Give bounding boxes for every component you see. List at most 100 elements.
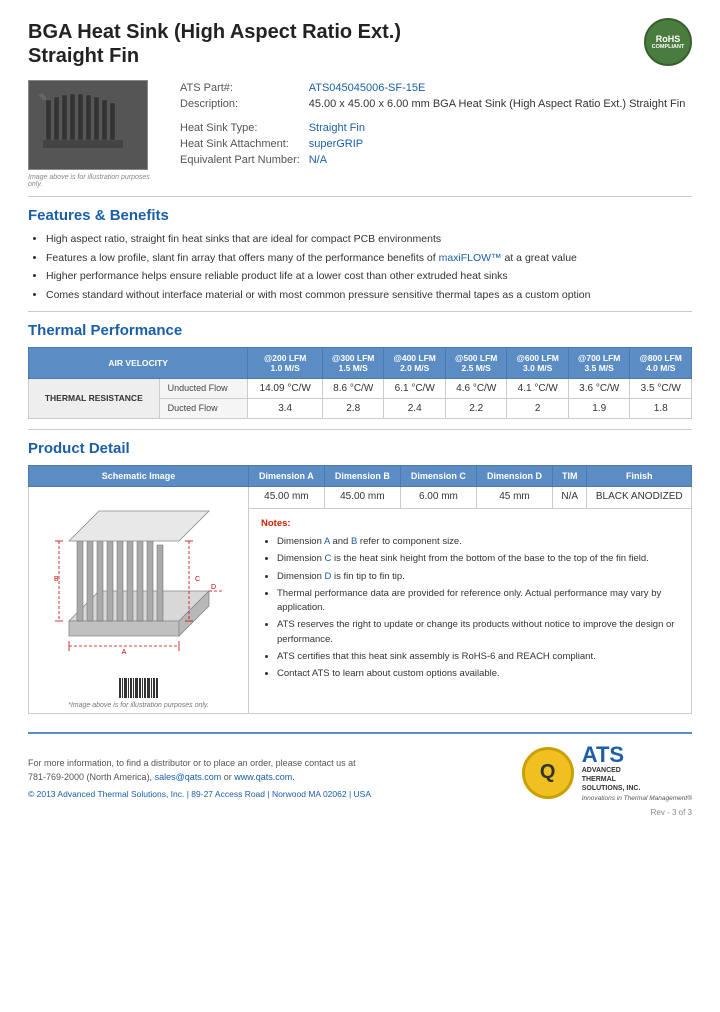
- feature-1: High aspect ratio, straight fin heat sin…: [46, 232, 692, 247]
- ducted-300: 2.8: [322, 398, 384, 418]
- ats-sub1: ADVANCED: [582, 766, 692, 775]
- note-1: Dimension A and B refer to component siz…: [277, 535, 679, 549]
- description-value: 45.00 x 45.00 x 6.00 mm BGA Heat Sink (H…: [305, 96, 692, 112]
- ats-sub3: SOLUTIONS, INC.: [582, 784, 692, 793]
- col-finish: Finish: [587, 465, 692, 486]
- rohs-text: RoHS: [656, 34, 681, 44]
- finish-value: BLACK ANODIZED: [587, 486, 692, 508]
- unducted-200: 14.09 °C/W: [248, 378, 323, 398]
- footer-contact: For more information, to find a distribu…: [28, 756, 371, 785]
- ats-logo: Q ATS ADVANCED THERMAL SOLUTIONS, INC. I…: [522, 744, 692, 802]
- product-detail-table: Schematic Image Dimension A Dimension B …: [28, 465, 692, 714]
- footer-email[interactable]: sales@qats.com: [155, 772, 222, 782]
- note-6: ATS certifies that this heat sink assemb…: [277, 650, 679, 664]
- maxiflow-link: maxiFLOW™: [439, 252, 502, 264]
- unducted-600: 4.1 °C/W: [507, 378, 569, 398]
- attachment-label: Heat Sink Attachment:: [176, 136, 305, 152]
- detail-row: A B C D: [29, 486, 692, 508]
- product-image-wrap: Image above is for illustration purposes…: [28, 80, 158, 188]
- part-label: ATS Part#:: [176, 80, 305, 96]
- note-3: Dimension D is fin tip to fin tip.: [277, 570, 679, 584]
- thermal-title: Thermal Performance: [28, 322, 692, 339]
- air-velocity-header: AIR VELOCITY: [29, 347, 248, 378]
- features-title: Features & Benefits: [28, 207, 692, 224]
- note-7: Contact ATS to learn about custom option…: [277, 667, 679, 681]
- svg-text:A: A: [121, 649, 126, 656]
- ats-text-block: ATS ADVANCED THERMAL SOLUTIONS, INC. Inn…: [582, 744, 692, 802]
- ducted-600: 2: [507, 398, 569, 418]
- schematic-cell: A B C D: [29, 486, 249, 713]
- top-section: Image above is for illustration purposes…: [28, 80, 692, 188]
- ducted-500: 2.2: [445, 398, 507, 418]
- ducted-400: 2.4: [384, 398, 446, 418]
- type-value: Straight Fin: [305, 120, 692, 136]
- ducted-label: Ducted Flow: [159, 398, 248, 418]
- note-5: ATS reserves the right to update or chan…: [277, 618, 679, 647]
- features-list: High aspect ratio, straight fin heat sin…: [46, 232, 692, 303]
- page-title: BGA Heat Sink (High Aspect Ratio Ext.) S…: [28, 20, 692, 68]
- title-line2: Straight Fin: [28, 45, 139, 67]
- schematic-note: *Image above is for illustration purpose…: [35, 702, 242, 709]
- divider-3: [28, 429, 692, 430]
- unducted-300: 8.6 °C/W: [322, 378, 384, 398]
- col-dimb: Dimension B: [324, 465, 400, 486]
- footer-phone: 781-769-2000 (North America),: [28, 772, 152, 782]
- heatsink-illustration: [33, 85, 143, 165]
- ats-brand: ATS: [582, 744, 692, 766]
- unducted-700: 3.6 °C/W: [568, 378, 630, 398]
- rohs-badge: RoHS COMPLIANT: [644, 18, 692, 66]
- part-number: ATS045045006-SF-15E: [305, 80, 692, 96]
- footer: For more information, to find a distribu…: [28, 732, 692, 802]
- col-300lfm: @300 LFM 1.5 M/S: [322, 347, 384, 378]
- ats-sub2: THERMAL: [582, 775, 692, 784]
- footer-website[interactable]: www.qats.com.: [234, 772, 295, 782]
- unducted-400: 6.1 °C/W: [384, 378, 446, 398]
- ats-logo-circle: Q: [522, 747, 574, 799]
- ats-tagline: Innovations in Thermal Management®: [582, 795, 692, 802]
- dim-c-value: 6.00 mm: [400, 486, 476, 508]
- col-tim: TIM: [553, 465, 587, 486]
- svg-text:B: B: [54, 576, 59, 583]
- notes-list: Dimension A and B refer to component siz…: [277, 535, 679, 681]
- col-700lfm: @700 LFM 3.5 M/S: [568, 347, 630, 378]
- equiv-value: N/A: [305, 152, 692, 168]
- thermal-resistance-label: THERMAL RESISTANCE: [29, 378, 160, 418]
- product-detail-title: Product Detail: [28, 440, 692, 457]
- page: RoHS COMPLIANT BGA Heat Sink (High Aspec…: [0, 0, 720, 1012]
- col-dimc: Dimension C: [400, 465, 476, 486]
- svg-text:D: D: [211, 584, 216, 591]
- divider-2: [28, 311, 692, 312]
- ducted-700: 1.9: [568, 398, 630, 418]
- type-label: Heat Sink Type:: [176, 120, 305, 136]
- col-dimd: Dimension D: [476, 465, 552, 486]
- col-200lfm: @200 LFM 1.0 M/S: [248, 347, 323, 378]
- col-dima: Dimension A: [249, 465, 325, 486]
- title-line1: BGA Heat Sink (High Aspect Ratio Ext.): [28, 21, 401, 43]
- svg-text:C: C: [195, 576, 200, 583]
- footer-left: For more information, to find a distribu…: [28, 756, 371, 802]
- col-500lfm: @500 LFM 2.5 M/S: [445, 347, 507, 378]
- col-600lfm: @600 LFM 3.0 M/S: [507, 347, 569, 378]
- dim-b-value: 45.00 mm: [324, 486, 400, 508]
- description-label: Description:: [176, 96, 305, 112]
- footer-contact-text: For more information, to find a distribu…: [28, 758, 356, 768]
- page-number: Rev - 3 of 3: [28, 808, 692, 817]
- barcode-area: [35, 678, 242, 698]
- unducted-800: 3.5 °C/W: [630, 378, 692, 398]
- tim-value: N/A: [553, 486, 587, 508]
- attachment-value: superGRIP: [305, 136, 692, 152]
- note-4: Thermal performance data are provided fo…: [277, 587, 679, 616]
- note-2: Dimension C is the heat sink height from…: [277, 552, 679, 566]
- notes-section: Notes: Dimension A and B refer to compon…: [255, 513, 685, 689]
- equiv-label: Equivalent Part Number:: [176, 152, 305, 168]
- unducted-row: THERMAL RESISTANCE Unducted Flow 14.09 °…: [29, 378, 692, 398]
- info-table: ATS Part#: ATS045045006-SF-15E Descripti…: [176, 80, 692, 168]
- divider-1: [28, 196, 692, 197]
- feature-3: Higher performance helps ensure reliable…: [46, 269, 692, 284]
- image-note: Image above is for illustration purposes…: [28, 174, 158, 188]
- unducted-label: Unducted Flow: [159, 378, 248, 398]
- thermal-performance-table: AIR VELOCITY @200 LFM 1.0 M/S @300 LFM 1…: [28, 347, 692, 419]
- footer-or: or: [224, 772, 235, 782]
- dim-d-value: 45 mm: [476, 486, 552, 508]
- schematic-svg: A B C D: [49, 491, 229, 671]
